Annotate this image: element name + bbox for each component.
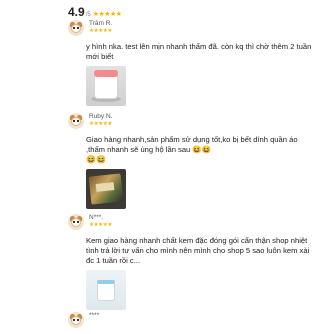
- review-item: ****: [68, 312, 312, 334]
- avatar[interactable]: [68, 113, 84, 129]
- reviewer-name[interactable]: Ruby N.: [89, 113, 112, 120]
- review-stars: ★★★★★: [89, 222, 113, 228]
- rating-scale: /5: [85, 12, 91, 18]
- reviewer-name[interactable]: Trâm R.: [89, 20, 112, 27]
- product-package-photo[interactable]: [86, 169, 126, 209]
- rating-score: 4.9: [68, 5, 85, 19]
- rating-stars: ★★★★★: [92, 11, 122, 18]
- review-stars: ★★★★★: [89, 121, 113, 127]
- review-item: Trâm R. ★★★★★ y hình nka. test lên mịn n…: [68, 20, 312, 106]
- reviewer-name[interactable]: ****: [89, 312, 99, 319]
- review-text: y hình nka. test lên mịn nhanh thấm đã. …: [86, 42, 312, 61]
- review-stars: ★★★★★: [89, 28, 113, 34]
- review-header: Ruby N. ★★★★★: [68, 113, 312, 135]
- review-item: N***. ★★★★★ Kem giao hàng nhanh chất kem…: [68, 214, 312, 310]
- jar-on-table-photo[interactable]: [86, 270, 126, 310]
- review-emojis: 😆😆: [86, 155, 106, 164]
- cream-jar-photo[interactable]: [86, 66, 126, 106]
- review-text: Kem giao hàng nhanh chất kem đặc đóng gó…: [86, 236, 310, 265]
- reviewer-name[interactable]: N***.: [89, 214, 103, 221]
- review-header: N***. ★★★★★: [68, 214, 312, 236]
- avatar[interactable]: [68, 20, 84, 36]
- avatar[interactable]: [68, 214, 84, 230]
- rating-summary: 4.9 /5 ★★★★★: [68, 5, 122, 19]
- review-header: Trâm R. ★★★★★: [68, 20, 312, 42]
- review-text: Giao hàng nhanh,sản phẩm sử dụng tốt,ko …: [86, 135, 298, 154]
- review-item: Ruby N. ★★★★★ Giao hàng nhanh,sản phẩm s…: [68, 113, 312, 209]
- review-header: ****: [68, 312, 312, 334]
- avatar[interactable]: [68, 312, 84, 328]
